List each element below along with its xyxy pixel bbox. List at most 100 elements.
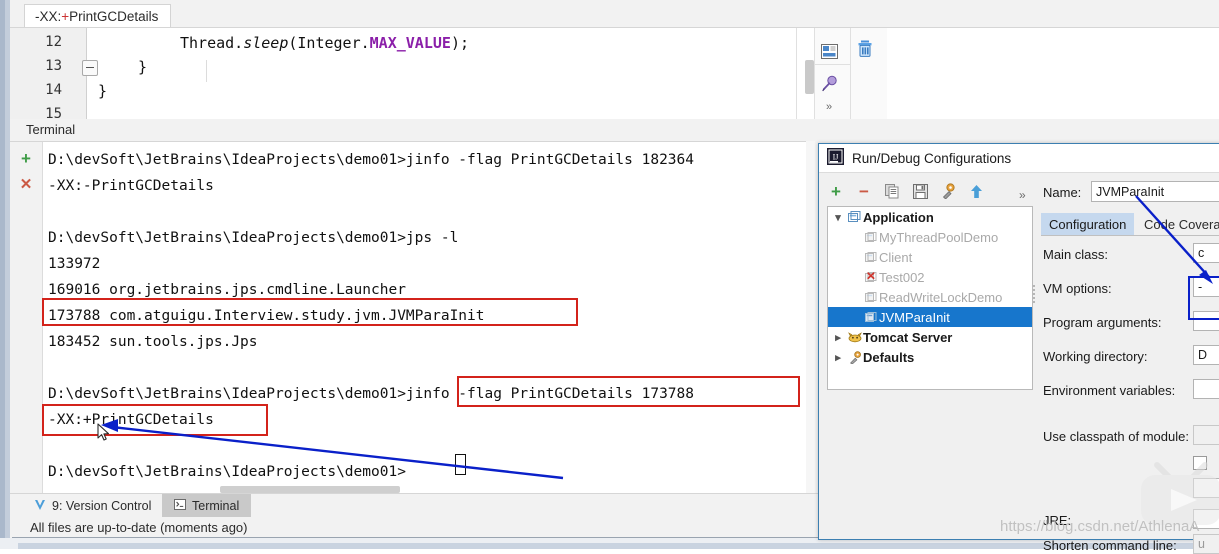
add-configuration-button[interactable]: + [827, 182, 845, 200]
editor-vertical-scrollbar[interactable] [805, 60, 814, 94]
tool-tab-version-control-label: 9: Version Control [52, 499, 152, 513]
shorten-command-line-label: Shorten command line: [1043, 538, 1177, 553]
chevron-down-icon[interactable]: ▾ [830, 211, 846, 224]
tree-node-client[interactable]: Client [828, 247, 1032, 267]
svg-text:IJ: IJ [833, 153, 839, 162]
code-editor[interactable]: 12 13 14 15 Thread.sleep(Integer.MAX_VAL… [10, 27, 1219, 137]
terminal-close-session-icon[interactable]: ✕ [17, 176, 35, 194]
tree-node-tomcat-server[interactable]: ▸ Tomcat Server [828, 327, 1032, 347]
blue-highlight-vm-options [1188, 276, 1219, 320]
editor-tab-bar: -XX: + PrintGCDetails [10, 0, 1219, 28]
run-config-error-icon [862, 271, 879, 283]
tool-tab-terminal[interactable]: Terminal [162, 494, 252, 518]
chevron-right-icon[interactable]: ▸ [830, 351, 846, 364]
more-options-button[interactable]: » [1019, 188, 1026, 202]
environment-variables-field[interactable] [1193, 379, 1219, 399]
code-token-sleep: sleep [243, 34, 289, 52]
move-up-button[interactable] [967, 182, 985, 200]
terminal-horizontal-scrollbar[interactable] [220, 486, 400, 493]
defaults-icon [846, 350, 863, 364]
editor-tab-label-suffix: PrintGCDetails [69, 9, 159, 24]
edit-templates-button[interactable] [939, 182, 957, 200]
run-config-icon [862, 311, 879, 323]
tree-node-label: Client [879, 249, 913, 265]
red-highlight-jinfo-command [457, 376, 800, 407]
tree-node-label: MyThreadPoolDemo [879, 229, 999, 245]
trash-icon[interactable] [854, 38, 876, 60]
main-class-field[interactable]: c [1193, 243, 1219, 263]
version-control-icon [34, 499, 46, 514]
terminal-caret [455, 454, 466, 475]
code-token-integer: (Integer. [288, 34, 370, 52]
chevron-double-right-icon[interactable]: » [818, 96, 840, 118]
terminal-line: 183452 sun.tools.jps.Jps [48, 334, 258, 350]
tree-node-jvmparainit[interactable]: JVMParaInit [828, 307, 1032, 327]
code-line-13: } [138, 58, 148, 76]
module-classpath-field[interactable] [1193, 425, 1219, 445]
copy-configuration-button[interactable] [883, 182, 901, 200]
save-configuration-button[interactable] [911, 182, 929, 200]
tool-tab-version-control[interactable]: 9: Version Control [22, 494, 163, 518]
tab-code-coverage[interactable]: Code Coverage [1136, 213, 1219, 235]
tree-node-label: Application [863, 209, 934, 225]
editor-tab-label-plus: + [61, 9, 70, 24]
line-number: 12 [45, 34, 62, 50]
ide-left-edge-inner [0, 0, 5, 549]
status-message: All files are up-to-date (moments ago) [30, 520, 248, 535]
vm-options-label: VM options: [1043, 281, 1112, 296]
main-class-label: Main class: [1043, 247, 1109, 262]
run-config-icon [862, 251, 879, 263]
tree-node-application[interactable]: ▾ Application [828, 207, 1032, 227]
tree-node-mythreadpooldemo[interactable]: MyThreadPoolDemo [828, 227, 1032, 247]
shorten-command-line-field[interactable]: u [1193, 534, 1219, 554]
line-number: 14 [45, 82, 62, 98]
module-classpath-label: Use classpath of module: [1043, 429, 1189, 444]
environment-variables-label: Environment variables: [1043, 383, 1176, 398]
terminal-line: 133972 [48, 256, 101, 272]
tree-resize-grip[interactable] [1033, 283, 1037, 309]
configurations-tree[interactable]: ▾ Application MyThreadPoolDemo Client Te… [827, 206, 1033, 390]
terminal-line: D:\devSoft\JetBrains\IdeaProjects\demo01… [48, 464, 406, 480]
working-directory-label: Working directory: [1043, 349, 1148, 364]
run-config-icon [862, 291, 879, 303]
code-fold-marker[interactable] [82, 60, 98, 76]
watermark-url: https://blog.csdn.net/AthlenaA [1000, 518, 1200, 535]
code-line-12: Thread.sleep(Integer.MAX_VALUE); [180, 34, 469, 52]
tool-tab-terminal-label: Terminal [192, 499, 240, 513]
terminal-vertical-scrollbar[interactable] [806, 141, 815, 493]
pin-icon[interactable] [818, 72, 840, 94]
tree-node-readwritelockdemo[interactable]: ReadWriteLockDemo [828, 287, 1032, 307]
tree-node-label: JVMParaInit [879, 309, 950, 325]
window-bottom-edge-inner [18, 543, 1219, 549]
terminal-panel-title: Terminal [26, 122, 76, 137]
split-layout-icon[interactable] [818, 40, 840, 62]
terminal-line: D:\devSoft\JetBrains\IdeaProjects\demo01… [48, 152, 695, 168]
tab-configuration[interactable]: Configuration [1041, 213, 1135, 235]
terminal-new-session-icon[interactable]: + [17, 150, 35, 168]
editor-tab-printgcdetails[interactable]: -XX: + PrintGCDetails [24, 4, 172, 28]
remove-configuration-button[interactable]: − [855, 182, 873, 200]
name-input[interactable]: JVMParaInit [1091, 181, 1219, 202]
tree-node-defaults[interactable]: ▸ Defaults [828, 347, 1032, 367]
tree-node-test002[interactable]: Test002 [828, 267, 1032, 287]
dialog-title-bar: IJ Run/Debug Configurations [819, 144, 1219, 172]
application-icon [846, 211, 863, 223]
terminal-panel-header: Terminal [10, 119, 1219, 141]
tree-node-label: Test002 [879, 269, 925, 285]
red-highlight-jps-line [42, 298, 578, 326]
editor-gutter[interactable]: 12 13 14 15 [10, 28, 87, 122]
working-directory-field[interactable]: D [1193, 345, 1219, 365]
code-token-maxvalue: MAX_VALUE [369, 34, 451, 52]
screen-root: -XX: + PrintGCDetails 12 13 14 15 Thread.s… [0, 0, 1219, 554]
configurations-toolbar: + − » [827, 178, 1027, 204]
red-highlight-result [42, 404, 268, 436]
tomcat-icon [846, 331, 863, 343]
chevron-right-icon[interactable]: ▸ [830, 331, 846, 344]
indent-guide [206, 60, 207, 82]
line-number: 13 [45, 58, 62, 74]
dialog-tab-strip: Configuration Code Coverage [1041, 213, 1219, 235]
editor-tab-label-prefix: -XX: [35, 9, 62, 24]
code-line-14: } [98, 82, 108, 100]
intellij-idea-icon: IJ [827, 148, 844, 168]
program-arguments-label: Program arguments: [1043, 315, 1162, 330]
